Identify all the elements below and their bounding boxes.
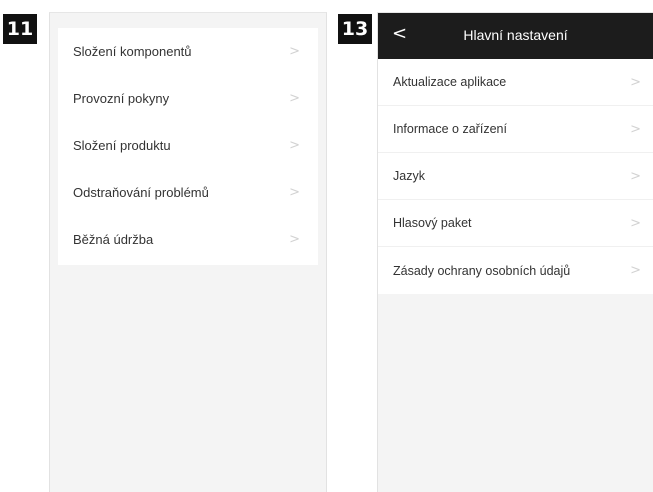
chevron-right-icon: > — [289, 138, 300, 153]
settings-header: < Hlavní nastavení — [378, 13, 653, 59]
menu-item-label: Složení produktu — [73, 138, 171, 153]
chevron-right-icon: > — [289, 185, 300, 200]
settings-item-language[interactable]: Jazyk > — [378, 153, 653, 200]
menu-item-routine-maintenance[interactable]: Běžná údržba > — [58, 216, 318, 263]
menu-item-component-composition[interactable]: Složení komponentů > — [58, 28, 318, 75]
menu-item-operating-instructions[interactable]: Provozní pokyny > — [58, 75, 318, 122]
settings-item-label: Hlasový paket — [393, 216, 472, 230]
settings-item-label: Informace o zařízení — [393, 122, 507, 136]
settings-list: Aktualizace aplikace > Informace o zaříz… — [378, 59, 653, 294]
step-badge-11: 11 — [3, 14, 37, 44]
settings-item-privacy-policy[interactable]: Zásady ochrany osobních údajů > — [378, 247, 653, 294]
step-badge-13: 13 — [338, 14, 372, 44]
menu-item-troubleshooting[interactable]: Odstraňování problémů > — [58, 169, 318, 216]
settings-item-label: Zásady ochrany osobních údajů — [393, 263, 571, 278]
chevron-right-icon: > — [289, 232, 300, 247]
left-phone-screen: Složení komponentů > Provozní pokyny > S… — [49, 12, 327, 492]
chevron-right-icon: > — [630, 74, 641, 90]
menu-item-label: Odstraňování problémů — [73, 185, 209, 200]
settings-item-app-update[interactable]: Aktualizace aplikace > — [378, 59, 653, 106]
chevron-right-icon: > — [289, 91, 300, 106]
right-phone-screen: < Hlavní nastavení Aktualizace aplikace … — [377, 12, 653, 492]
menu-item-label: Provozní pokyny — [73, 91, 170, 106]
chevron-right-icon: > — [630, 215, 641, 231]
menu-item-product-composition[interactable]: Složení produktu > — [58, 122, 318, 169]
settings-item-voice-pack[interactable]: Hlasový paket > — [378, 200, 653, 247]
left-menu-list: Složení komponentů > Provozní pokyny > S… — [58, 28, 318, 265]
chevron-right-icon: > — [289, 44, 300, 59]
chevron-right-icon: > — [630, 168, 641, 184]
chevron-right-icon: > — [630, 263, 641, 278]
page-title: Hlavní nastavení — [463, 27, 568, 43]
menu-item-label: Složení komponentů — [73, 44, 192, 59]
chevron-right-icon: > — [630, 121, 641, 137]
settings-item-label: Jazyk — [393, 169, 425, 183]
menu-item-label: Běžná údržba — [73, 232, 154, 247]
settings-item-label: Aktualizace aplikace — [393, 75, 507, 89]
settings-item-device-info[interactable]: Informace o zařízení > — [378, 106, 653, 153]
